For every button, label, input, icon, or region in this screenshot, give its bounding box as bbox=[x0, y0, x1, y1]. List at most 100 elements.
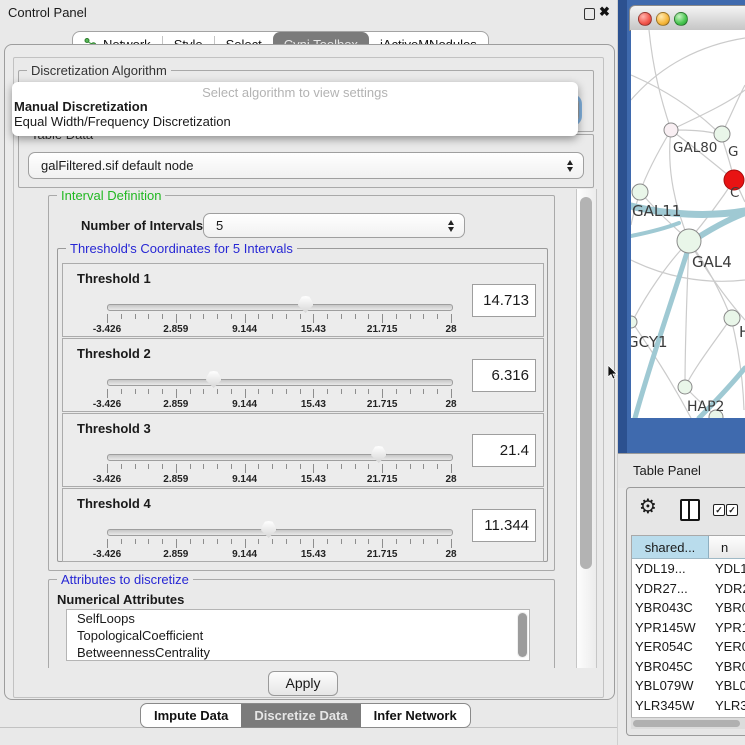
tick-mark bbox=[355, 389, 356, 394]
list-item[interactable]: TopologicalCoefficient bbox=[67, 627, 529, 644]
slider-track[interactable] bbox=[107, 304, 453, 311]
scrollbar-thumb[interactable] bbox=[580, 197, 592, 569]
network-edge[interactable] bbox=[632, 241, 689, 322]
tick-mark bbox=[410, 389, 411, 394]
scroll-viewport: Interval Definition Number of Intervals … bbox=[19, 189, 575, 668]
apply-button[interactable]: Apply bbox=[268, 671, 338, 696]
tick-mark bbox=[203, 464, 204, 469]
tick-mark bbox=[437, 539, 438, 544]
tab-impute-data[interactable]: Impute Data bbox=[141, 704, 241, 727]
table-row[interactable]: YDL19...YDL1 bbox=[632, 559, 745, 579]
vertical-scrollbar[interactable] bbox=[576, 189, 597, 668]
minimize-traffic-light-icon[interactable] bbox=[656, 12, 670, 26]
node-label-hap2: HAP2 bbox=[687, 399, 724, 415]
network-node-gal80[interactable] bbox=[664, 123, 678, 137]
tick-label: -3.426 bbox=[93, 324, 121, 335]
cell-name: YBL0 bbox=[711, 678, 745, 693]
numerical-attributes-list[interactable]: SelfLoopsTopologicalCoefficientBetweenne… bbox=[66, 609, 530, 661]
network-node-hap2[interactable] bbox=[678, 380, 692, 394]
tick-mark bbox=[217, 464, 218, 469]
slider-track[interactable] bbox=[107, 454, 453, 461]
tick-mark bbox=[231, 314, 232, 319]
network-edge[interactable] bbox=[671, 90, 745, 130]
threshold-value-field[interactable]: 21.4 bbox=[472, 434, 536, 467]
tick-mark bbox=[313, 314, 314, 323]
table-row[interactable]: YER054CYER0 bbox=[632, 637, 745, 657]
slider-track[interactable] bbox=[107, 379, 453, 386]
float-window-icon[interactable] bbox=[584, 8, 595, 20]
node-label-c: C bbox=[730, 185, 739, 201]
tick-mark bbox=[148, 464, 149, 469]
tick-mark bbox=[148, 314, 149, 319]
tick-mark bbox=[368, 464, 369, 469]
column-browser-icon[interactable] bbox=[680, 499, 700, 521]
table-row[interactable]: YBR043CYBR0 bbox=[632, 598, 745, 618]
close-icon[interactable]: ✖ bbox=[599, 4, 610, 20]
table-row[interactable]: YPR145WYPR1 bbox=[632, 618, 745, 638]
horizontal-scrollbar[interactable] bbox=[631, 717, 745, 729]
scrollbar-thumb[interactable] bbox=[633, 720, 740, 727]
slider-track[interactable] bbox=[107, 529, 453, 536]
list-item[interactable]: BetweennessCentrality bbox=[67, 644, 529, 661]
table-row[interactable]: YLR345WYLR3 bbox=[632, 696, 745, 716]
network-edge[interactable] bbox=[631, 38, 745, 100]
table-row[interactable]: YDR27...YDR2 bbox=[632, 579, 745, 599]
threshold-value-field[interactable]: 6.316 bbox=[472, 359, 536, 392]
column-header-name[interactable]: n bbox=[709, 536, 745, 558]
checkbox-checked-icon[interactable]: ✓ bbox=[713, 504, 725, 516]
list-item[interactable]: SelfLoops bbox=[67, 610, 529, 627]
slider-ticks bbox=[107, 539, 451, 549]
tick-label: 9.144 bbox=[232, 399, 257, 410]
slider-tick-labels: -3.4262.8599.14415.4321.71528 bbox=[107, 399, 451, 411]
network-edge[interactable] bbox=[685, 318, 731, 387]
threshold-value-field[interactable]: 14.713 bbox=[472, 284, 536, 317]
tick-mark bbox=[121, 464, 122, 469]
tick-label: 15.43 bbox=[301, 399, 326, 410]
slider-ticks bbox=[107, 389, 451, 399]
popup-option-manual-discretization[interactable]: Manual Discretization bbox=[14, 100, 148, 114]
close-traffic-light-icon[interactable] bbox=[638, 12, 652, 26]
tick-mark bbox=[176, 464, 177, 473]
tick-mark bbox=[258, 314, 259, 319]
popup-option-equal-width[interactable]: Equal Width/Frequency Discretization bbox=[14, 115, 231, 129]
column-header-shared-name[interactable]: shared... bbox=[632, 536, 709, 558]
tick-mark bbox=[300, 389, 301, 394]
tick-label: -3.426 bbox=[93, 399, 121, 410]
tick-mark bbox=[190, 539, 191, 544]
network-node-gcy1[interactable] bbox=[631, 316, 637, 328]
tick-label: 2.859 bbox=[163, 474, 188, 485]
cell-shared-name: YBR045C bbox=[632, 659, 711, 674]
tick-label: 28 bbox=[445, 399, 456, 410]
num-intervals-combobox[interactable]: 5 bbox=[203, 213, 465, 238]
tick-mark bbox=[272, 464, 273, 469]
network-window-titlebar[interactable] bbox=[629, 5, 745, 31]
tick-mark bbox=[313, 464, 314, 473]
network-node-gal4[interactable] bbox=[677, 229, 701, 253]
tick-mark bbox=[258, 539, 259, 544]
cell-name: YBR0 bbox=[711, 659, 745, 674]
network-node-gal11[interactable] bbox=[632, 184, 648, 200]
network-edge[interactable] bbox=[649, 30, 671, 130]
list-scrollbar[interactable] bbox=[517, 612, 528, 658]
network-node-h[interactable] bbox=[724, 310, 740, 326]
threshold-label: Threshold 2 bbox=[77, 346, 151, 361]
table-data-combobox[interactable]: galFiltered.sif default node bbox=[28, 152, 584, 179]
tab-discretize-data[interactable]: Discretize Data bbox=[241, 704, 360, 727]
tick-mark bbox=[272, 314, 273, 319]
threshold-value-field[interactable]: 11.344 bbox=[472, 509, 536, 542]
zoom-traffic-light-icon[interactable] bbox=[674, 12, 688, 26]
gear-icon[interactable]: ⚙ bbox=[639, 496, 657, 516]
network-edge-highlighted[interactable] bbox=[631, 223, 679, 236]
checkbox-checked-icon[interactable]: ✓ bbox=[726, 504, 738, 516]
table-row[interactable]: YBR045CYBR0 bbox=[632, 657, 745, 677]
tick-label: 15.43 bbox=[301, 324, 326, 335]
table-row[interactable]: YBL079WYBL0 bbox=[632, 676, 745, 696]
tab-infer-network[interactable]: Infer Network bbox=[361, 704, 470, 727]
tick-mark bbox=[327, 539, 328, 544]
tick-mark bbox=[258, 464, 259, 469]
network-edge[interactable] bbox=[640, 130, 671, 192]
network-edge[interactable] bbox=[671, 130, 721, 135]
network-canvas[interactable]: GAL80GCGAL11GAL4GCY1HHAP2 bbox=[631, 30, 745, 418]
tick-mark bbox=[231, 539, 232, 544]
tick-mark bbox=[423, 464, 424, 469]
